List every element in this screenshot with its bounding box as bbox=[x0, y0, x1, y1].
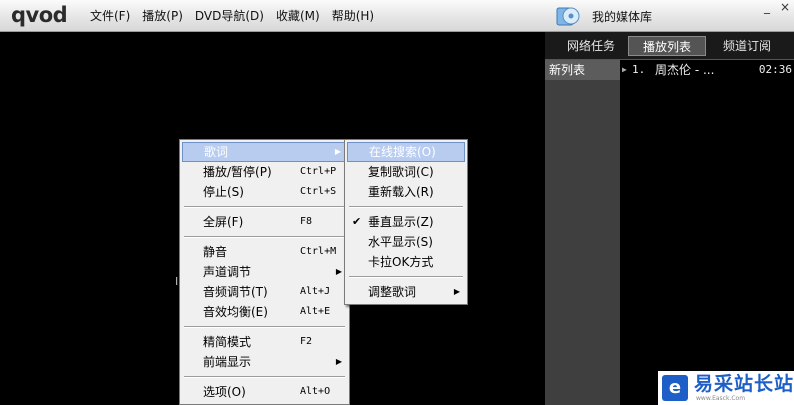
context-menu-item-label: 音频调节(T) bbox=[203, 285, 268, 299]
watermark-text: 易采站长站 bbox=[694, 373, 794, 395]
lyrics-submenu-item[interactable]: ✔ 垂直显示(Z) bbox=[347, 212, 465, 232]
context-menu-item-shortcut: Alt+E bbox=[300, 306, 331, 317]
submenu-arrow-icon: ▶ bbox=[334, 147, 341, 156]
menu-separator bbox=[184, 376, 345, 378]
context-menu-item-label: 精简模式 bbox=[203, 335, 252, 349]
window-controls: _ × bbox=[764, 1, 790, 13]
menu-play[interactable]: 播放(P) bbox=[136, 8, 189, 24]
menu-separator bbox=[184, 206, 345, 208]
menu-help[interactable]: 帮助(H) bbox=[326, 8, 380, 24]
context-menu-item[interactable]: 前端显示 ▶ bbox=[182, 352, 347, 372]
minimize-button[interactable]: _ bbox=[764, 1, 770, 13]
context-menu-item[interactable]: 静音 Ctrl+M bbox=[182, 242, 347, 262]
lyrics-submenu-item-label: 调整歌词 bbox=[368, 285, 417, 299]
context-menu-item-label: 静音 bbox=[203, 245, 228, 259]
app-logo: qvod bbox=[11, 3, 68, 27]
watermark-logo-icon: e bbox=[662, 375, 688, 401]
context-menu-item[interactable]: 选项(O) Alt+O bbox=[182, 382, 347, 402]
menu-bar: 文件(F) 播放(P) DVD导航(D) 收藏(M) 帮助(H) bbox=[84, 8, 380, 24]
lyrics-submenu-item[interactable]: 水平显示(S) bbox=[347, 232, 465, 252]
lyrics-submenu-item[interactable]: 重新载入(R) bbox=[347, 182, 465, 202]
lyrics-submenu-item[interactable]: 卡拉OK方式 bbox=[347, 252, 465, 272]
context-menu-item-shortcut: F8 bbox=[300, 216, 313, 227]
lyrics-submenu-item[interactable]: 复制歌词(C) bbox=[347, 162, 465, 182]
submenu-arrow-icon: ▶ bbox=[335, 267, 342, 276]
lyrics-submenu-item[interactable]: 调整歌词 ▶ bbox=[347, 282, 465, 302]
tab-network-tasks[interactable]: 网络任务 bbox=[553, 36, 629, 56]
tab-channel-subscription[interactable]: 频道订阅 bbox=[708, 36, 786, 56]
context-menu-item[interactable]: 声道调节 ▶ bbox=[182, 262, 347, 282]
context-menu-item-label: 全屏(F) bbox=[203, 215, 244, 229]
lyrics-submenu: 在线搜索(O) 复制歌词(C) 重新载入(R) ✔ 垂直显示(Z) 水平显示(S) 卡拉OK… bbox=[344, 139, 468, 305]
tab-playlist[interactable]: 播放列表 bbox=[628, 36, 706, 56]
right-panel: 网络任务 播放列表 频道订阅 新列表 ▶ 1. 周杰伦 - ... 02:36 bbox=[545, 32, 794, 405]
lyrics-submenu-item-label: 卡拉OK方式 bbox=[368, 255, 434, 269]
close-button[interactable]: × bbox=[780, 1, 790, 13]
watermark: e 易采站长站 www.Easck.Com bbox=[658, 371, 794, 405]
lyrics-submenu-item-label: 复制歌词(C) bbox=[368, 165, 434, 179]
list-column: 新列表 bbox=[545, 60, 620, 405]
context-menu-item-shortcut: Ctrl+P bbox=[300, 166, 337, 177]
context-menu-item-label: 选项(O) bbox=[203, 385, 246, 399]
context-menu: 歌词 ▶ 播放/暂停(P) Ctrl+P 停止(S) Ctrl+S 全屏(F) F8 静音 Ctr… bbox=[179, 139, 350, 405]
context-menu-item-label: 停止(S) bbox=[203, 185, 244, 199]
checkmark-icon: ✔ bbox=[352, 215, 362, 228]
context-menu-item-shortcut: F2 bbox=[300, 336, 313, 347]
menu-dvd-nav[interactable]: DVD导航(D) bbox=[189, 8, 270, 24]
playlist: ▶ 1. 周杰伦 - ... 02:36 bbox=[621, 60, 794, 405]
lyrics-submenu-item-label: 垂直显示(Z) bbox=[368, 215, 434, 229]
submenu-arrow-icon: ▶ bbox=[453, 287, 460, 296]
media-library-icon bbox=[556, 7, 580, 26]
track-number: 1. bbox=[632, 63, 646, 76]
context-menu-item-label: 声道调节 bbox=[203, 265, 252, 279]
context-menu-item[interactable]: 停止(S) Ctrl+S bbox=[182, 182, 347, 202]
context-menu-item-label: 歌词 bbox=[204, 145, 229, 159]
context-menu-item[interactable]: 播放/暂停(P) Ctrl+P bbox=[182, 162, 347, 182]
panel-tabs: 网络任务 播放列表 频道订阅 bbox=[545, 32, 794, 60]
media-library-label: 我的媒体库 bbox=[592, 9, 653, 24]
playlist-row[interactable]: ▶ 1. 周杰伦 - ... 02:36 bbox=[621, 60, 794, 80]
menu-separator bbox=[184, 326, 345, 328]
menu-separator bbox=[184, 236, 345, 238]
context-menu-item-label: 前端显示 bbox=[203, 355, 252, 369]
context-menu-item[interactable]: 音频调节(T) Alt+J bbox=[182, 282, 347, 302]
context-menu-item[interactable]: 全屏(F) F8 bbox=[182, 212, 347, 232]
context-menu-item[interactable]: 歌词 ▶ bbox=[182, 142, 347, 162]
play-indicator-icon: ▶ bbox=[622, 65, 627, 74]
title-bar: qvod 文件(F) 播放(P) DVD导航(D) 收藏(M) 帮助(H) 我的… bbox=[0, 0, 794, 32]
context-menu-item-label: 音效均衡(E) bbox=[203, 305, 268, 319]
lyrics-submenu-item[interactable]: 在线搜索(O) bbox=[347, 142, 465, 162]
context-menu-item-shortcut: Alt+O bbox=[300, 386, 331, 397]
lyrics-submenu-item-label: 水平显示(S) bbox=[368, 235, 433, 249]
menu-file[interactable]: 文件(F) bbox=[84, 8, 136, 24]
menu-separator bbox=[349, 276, 463, 278]
list-item-new-list[interactable]: 新列表 bbox=[545, 60, 620, 80]
lyrics-submenu-item-label: 在线搜索(O) bbox=[369, 145, 436, 159]
media-library-button[interactable]: 我的媒体库 bbox=[556, 5, 652, 27]
text-cursor-icon: I bbox=[175, 275, 179, 288]
context-menu-item-label: 播放/暂停(P) bbox=[203, 165, 272, 179]
watermark-url: www.Easck.Com bbox=[696, 395, 746, 402]
menu-separator bbox=[349, 206, 463, 208]
context-menu-item-shortcut: Ctrl+S bbox=[300, 186, 337, 197]
context-menu-item-shortcut: Ctrl+M bbox=[300, 246, 337, 257]
context-menu-item-shortcut: Alt+J bbox=[300, 286, 331, 297]
track-title: 周杰伦 - ... bbox=[655, 63, 715, 77]
context-menu-item[interactable]: 音效均衡(E) Alt+E bbox=[182, 302, 347, 322]
track-duration: 02:36 bbox=[758, 63, 792, 76]
context-menu-item[interactable]: 精简模式 F2 bbox=[182, 332, 347, 352]
submenu-arrow-icon: ▶ bbox=[335, 357, 342, 366]
menu-favorites[interactable]: 收藏(M) bbox=[270, 8, 326, 24]
lyrics-submenu-item-label: 重新载入(R) bbox=[368, 185, 434, 199]
